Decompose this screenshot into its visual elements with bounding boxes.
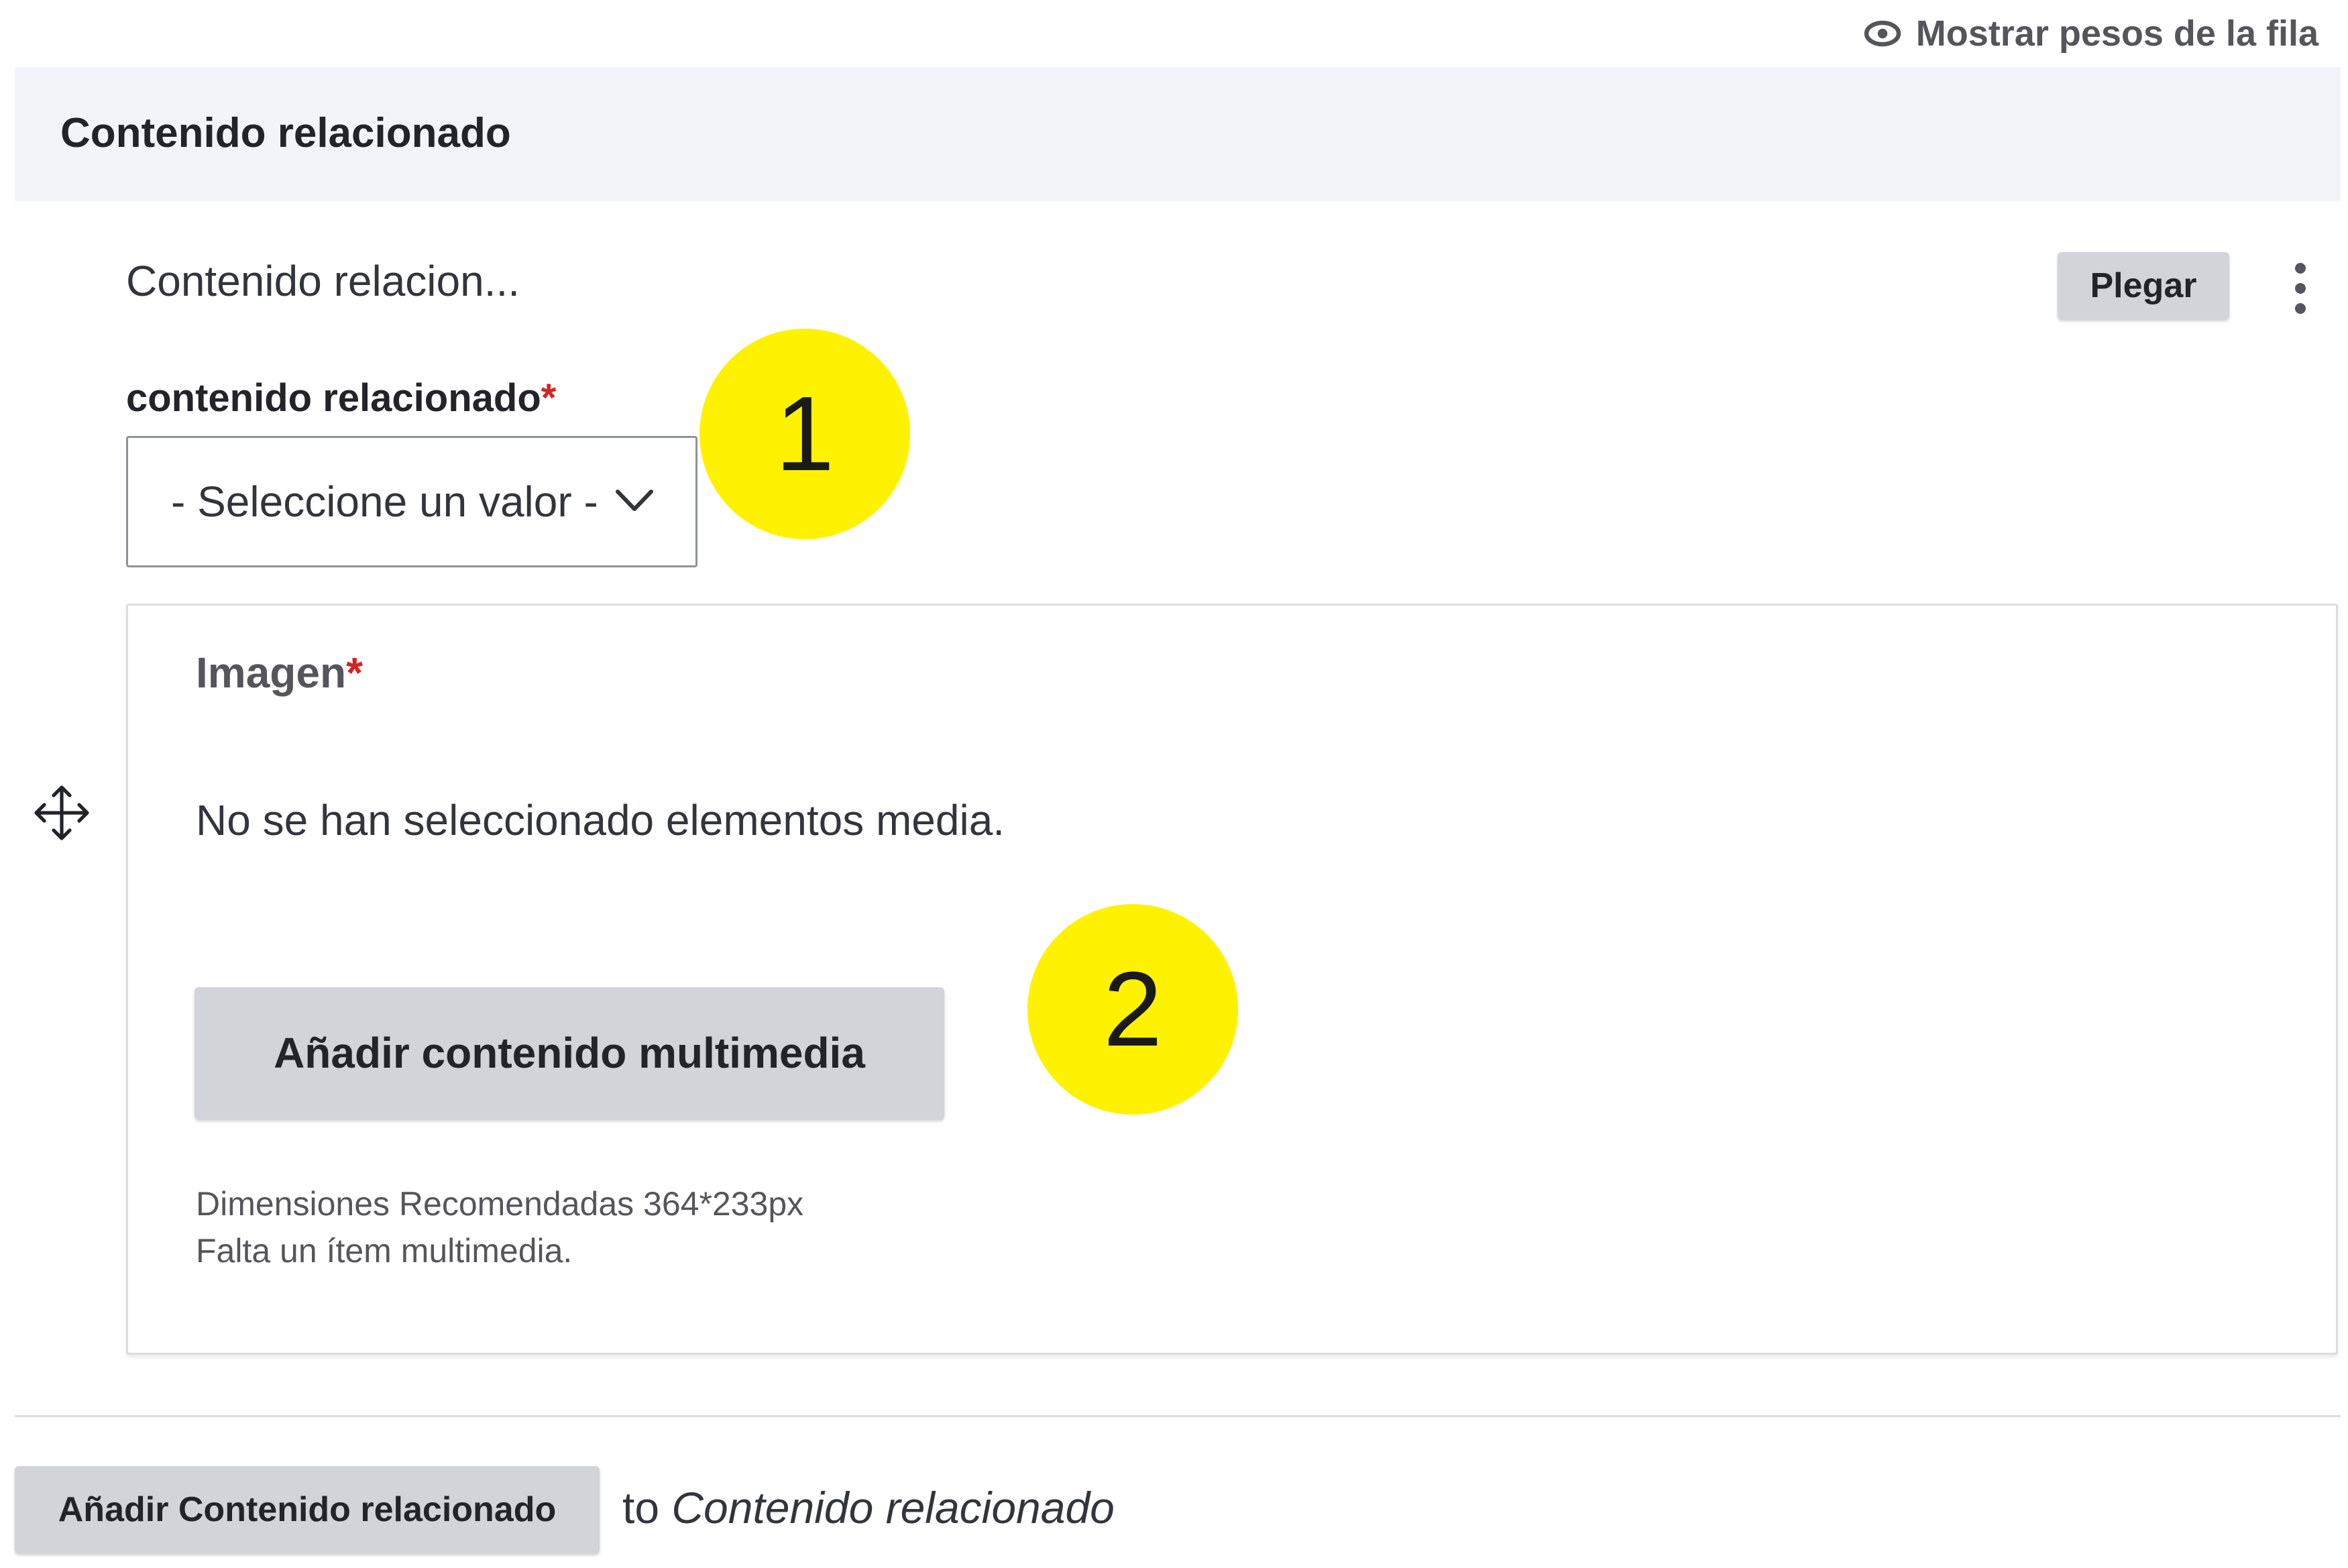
related-content-label: contenido relacionado* bbox=[126, 376, 556, 421]
required-marker: * bbox=[346, 649, 363, 697]
recommended-dimensions-text: Dimensiones Recomendadas 364*233px bbox=[196, 1185, 804, 1223]
eye-icon bbox=[1864, 20, 1901, 47]
add-related-content-button[interactable]: Añadir Contenido relacionado bbox=[15, 1466, 600, 1553]
related-content-label-text: contenido relacionado bbox=[126, 376, 541, 420]
paragraph-summary: Contenido relacion... bbox=[126, 257, 520, 305]
add-media-button[interactable]: Añadir contenido multimedia bbox=[194, 987, 944, 1119]
related-content-select[interactable]: - Seleccione un valor - bbox=[126, 436, 697, 567]
collapse-button[interactable]: Plegar bbox=[2058, 252, 2229, 319]
callout-marker-1: 1 bbox=[700, 329, 910, 539]
required-marker: * bbox=[541, 376, 557, 420]
show-row-weights-label: Mostrar pesos de la fila bbox=[1915, 13, 2318, 54]
empty-media-message: No se han seleccionado elementos media. bbox=[196, 796, 1005, 844]
vertical-dots-icon[interactable] bbox=[2280, 255, 2321, 322]
add-more-suffix: to Contenido relacionado bbox=[622, 1482, 1115, 1533]
move-handle-icon[interactable] bbox=[32, 783, 91, 842]
select-value: - Seleccione un valor - bbox=[171, 478, 598, 526]
image-field-label-text: Imagen bbox=[196, 649, 347, 697]
divider bbox=[15, 1415, 2341, 1417]
chevron-down-icon bbox=[616, 490, 653, 511]
callout-marker-2: 2 bbox=[1027, 904, 1238, 1115]
add-more-suffix-prefix: to bbox=[622, 1483, 660, 1532]
missing-media-text: Falta un ítem multimedia. bbox=[196, 1232, 573, 1270]
add-more-suffix-target: Contenido relacionado bbox=[671, 1483, 1115, 1532]
field-title: Contenido relacionado bbox=[60, 110, 511, 156]
show-row-weights-toggle[interactable]: Mostrar pesos de la fila bbox=[1864, 9, 2318, 58]
image-field-label: Imagen* bbox=[196, 648, 363, 697]
